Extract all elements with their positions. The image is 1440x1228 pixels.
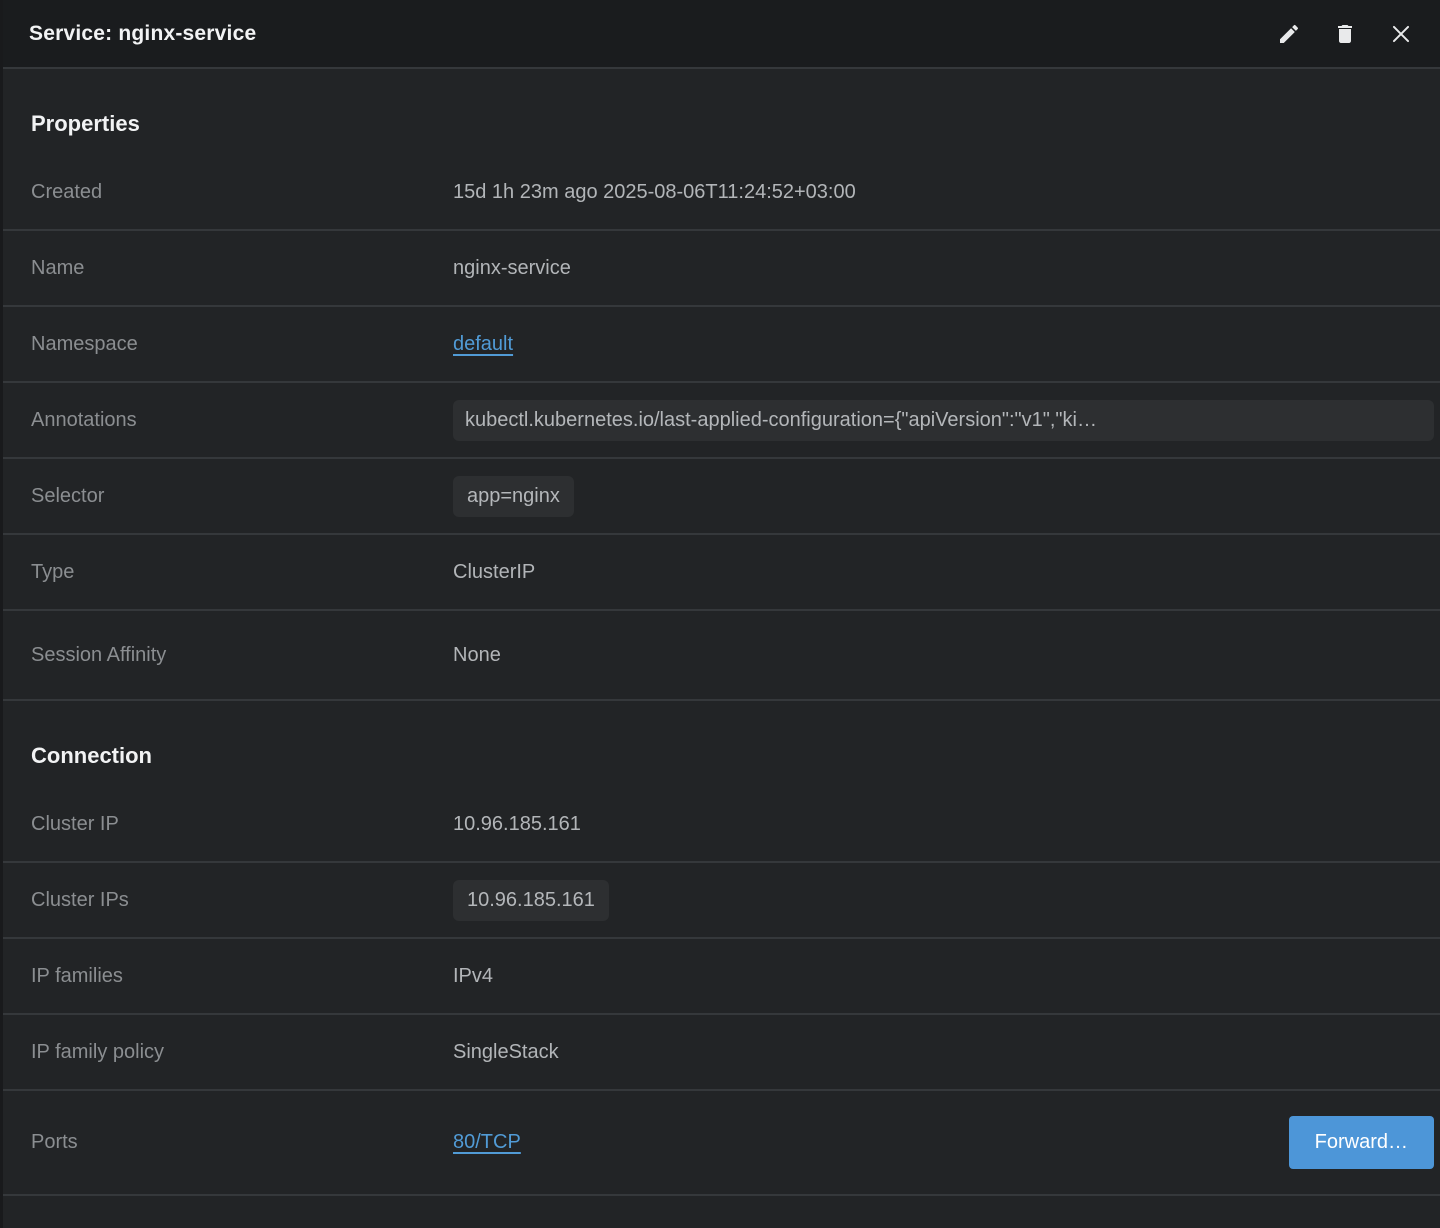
row-value: None (453, 644, 1434, 667)
row-namespace: Namespace default (3, 307, 1440, 383)
row-session-affinity: Session Affinity None (3, 611, 1440, 701)
row-value: 10.96.185.161 (453, 813, 1434, 836)
drawer-title: Service: nginx-service (29, 22, 1276, 46)
cluster-ip-value: 10.96.185.161 (453, 813, 581, 836)
row-value: ClusterIP (453, 561, 1434, 584)
row-value: kubectl.kubernetes.io/last-applied-confi… (453, 400, 1434, 441)
row-label: Name (31, 257, 453, 280)
session-affinity-value: None (453, 644, 501, 667)
row-label: Namespace (31, 333, 453, 356)
row-value: 15d 1h 23m ago 2025-08-06T11:24:52+03:00 (453, 181, 1434, 204)
name-value: nginx-service (453, 257, 571, 280)
header-actions (1276, 21, 1414, 47)
ip-families-value: IPv4 (453, 965, 493, 988)
row-name: Name nginx-service (3, 231, 1440, 307)
trash-icon (1333, 22, 1357, 46)
row-ip-family-policy: IP family policy SingleStack (3, 1015, 1440, 1091)
type-value: ClusterIP (453, 561, 535, 584)
cluster-ips-badge: 10.96.185.161 (453, 880, 609, 921)
section-title: Connection (3, 701, 1440, 787)
ip-family-policy-value: SingleStack (453, 1041, 559, 1064)
drawer-header: Service: nginx-service (3, 0, 1440, 69)
row-selector: Selector app=nginx (3, 459, 1440, 535)
row-value: app=nginx (453, 476, 1434, 517)
row-value: default (453, 333, 1434, 356)
pencil-icon (1277, 22, 1301, 46)
row-value: IPv4 (453, 965, 1434, 988)
row-label: Annotations (31, 409, 453, 432)
port-link[interactable]: 80/TCP (453, 1131, 521, 1154)
row-cluster-ip: Cluster IP 10.96.185.161 (3, 787, 1440, 863)
row-value: nginx-service (453, 257, 1434, 280)
row-label: Selector (31, 485, 453, 508)
row-value: 80/TCP Forward… (453, 1116, 1434, 1169)
section-connection: Connection Cluster IP 10.96.185.161 Clus… (3, 701, 1440, 1196)
row-label: Cluster IP (31, 813, 453, 836)
row-label: IP family policy (31, 1041, 453, 1064)
row-value: 10.96.185.161 (453, 880, 1434, 921)
row-ports: Ports 80/TCP Forward… (3, 1091, 1440, 1196)
row-label: Ports (31, 1131, 453, 1154)
forward-button[interactable]: Forward… (1289, 1116, 1434, 1169)
edit-button[interactable] (1276, 21, 1302, 47)
namespace-link[interactable]: default (453, 333, 513, 356)
row-type: Type ClusterIP (3, 535, 1440, 611)
service-details-drawer: Service: nginx-service Properties C (0, 0, 1440, 1228)
delete-button[interactable] (1332, 21, 1358, 47)
created-value: 15d 1h 23m ago 2025-08-06T11:24:52+03:00 (453, 181, 856, 204)
row-label: Session Affinity (31, 644, 453, 667)
row-label: Cluster IPs (31, 889, 453, 912)
close-icon (1388, 21, 1414, 47)
row-label: IP families (31, 965, 453, 988)
row-label: Created (31, 181, 453, 204)
selector-badge: app=nginx (453, 476, 574, 517)
row-label: Type (31, 561, 453, 584)
row-ip-families: IP families IPv4 (3, 939, 1440, 1015)
row-annotations: Annotations kubectl.kubernetes.io/last-a… (3, 383, 1440, 459)
section-title: Properties (3, 69, 1440, 155)
row-cluster-ips: Cluster IPs 10.96.185.161 (3, 863, 1440, 939)
annotations-badge: kubectl.kubernetes.io/last-applied-confi… (453, 400, 1434, 441)
section-properties: Properties Created 15d 1h 23m ago 2025-0… (3, 69, 1440, 701)
row-created: Created 15d 1h 23m ago 2025-08-06T11:24:… (3, 155, 1440, 231)
row-value: SingleStack (453, 1041, 1434, 1064)
close-button[interactable] (1388, 21, 1414, 47)
